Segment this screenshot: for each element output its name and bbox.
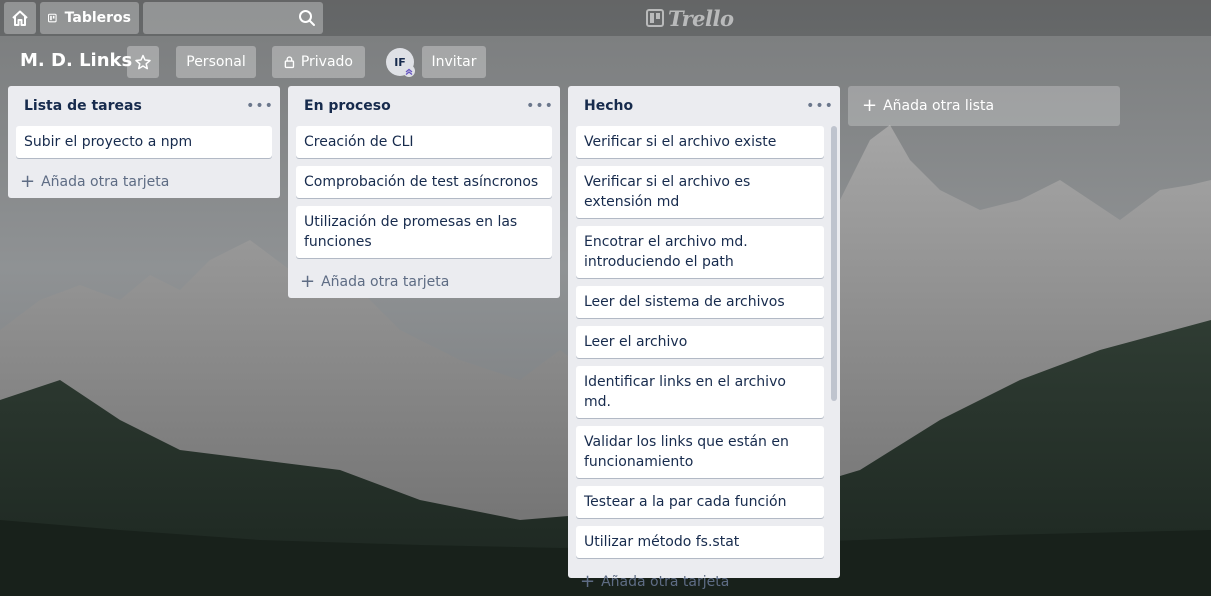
plus-icon: + xyxy=(862,95,878,116)
card-container: Verificar si el archivo existe Verificar… xyxy=(568,126,840,558)
card[interactable]: Testear a la par cada función xyxy=(576,486,824,518)
trello-logo-text: Trello xyxy=(668,5,734,31)
add-list-button[interactable]: + Añada otra lista xyxy=(848,86,1120,126)
card[interactable]: Utilización de promesas en las funciones xyxy=(296,206,552,258)
personal-label: Personal xyxy=(186,54,246,70)
home-icon xyxy=(12,10,28,26)
boards-button[interactable]: Tableros xyxy=(40,2,139,34)
list-title[interactable]: Hecho xyxy=(584,98,808,114)
trello-logo[interactable]: Trello xyxy=(646,5,734,31)
list-title[interactable]: Lista de tareas xyxy=(24,98,248,114)
team-visibility-button[interactable]: Personal xyxy=(176,46,256,78)
top-navigation-bar: Tableros Trello xyxy=(0,0,1211,36)
list-header: Hecho ••• xyxy=(568,86,840,126)
board-title[interactable]: M. D. Links xyxy=(20,50,132,74)
card[interactable]: Comprobación de test asíncronos xyxy=(296,166,552,198)
plus-icon: + xyxy=(300,271,316,292)
list-menu-icon[interactable]: ••• xyxy=(526,94,553,118)
list-hecho[interactable]: Hecho ••• Verificar si el archivo existe… xyxy=(568,86,840,591)
list-title[interactable]: En proceso xyxy=(304,98,528,114)
list-menu-icon[interactable]: ••• xyxy=(246,94,273,118)
card[interactable]: Verificar si el archivo existe xyxy=(576,126,824,158)
list-lista-de-tareas[interactable]: Lista de tareas ••• Subir el proyecto a … xyxy=(8,86,280,198)
card[interactable]: Creación de CLI xyxy=(296,126,552,158)
admin-chevron-icon xyxy=(403,65,415,77)
card[interactable]: Encotrar el archivo md. introduciendo el… xyxy=(576,226,824,278)
lock-icon xyxy=(284,56,295,69)
list-header: Lista de tareas ••• xyxy=(8,86,280,126)
card[interactable]: Leer del sistema de archivos xyxy=(576,286,824,318)
list-en-proceso[interactable]: En proceso ••• Creación de CLI Comprobac… xyxy=(288,86,560,298)
privacy-button[interactable]: Privado xyxy=(272,46,365,78)
card[interactable]: Verificar si el archivo es extensión md xyxy=(576,166,824,218)
card[interactable]: Leer el archivo xyxy=(576,326,824,358)
card-container: Creación de CLI Comprobación de test así… xyxy=(288,126,560,258)
boards-icon xyxy=(48,13,57,23)
invite-label: Invitar xyxy=(431,54,477,70)
add-card-button[interactable]: + Añada otra tarjeta xyxy=(288,266,560,298)
privacy-label: Privado xyxy=(300,54,353,70)
add-card-label: Añada otra tarjeta xyxy=(41,174,170,190)
plus-icon: + xyxy=(20,171,36,192)
card-container: Subir el proyecto a npm xyxy=(8,126,280,158)
list-scrollbar[interactable] xyxy=(831,126,837,401)
home-button[interactable] xyxy=(4,2,36,34)
add-card-label: Añada otra tarjeta xyxy=(601,574,730,590)
add-list-label: Añada otra lista xyxy=(883,98,995,114)
card[interactable]: Utilizar método fs.stat xyxy=(576,526,824,558)
boards-label: Tableros xyxy=(64,10,131,26)
plus-icon: + xyxy=(580,571,596,592)
card[interactable]: Subir el proyecto a npm xyxy=(16,126,272,158)
add-card-label: Añada otra tarjeta xyxy=(321,274,450,290)
card[interactable]: Identificar links en el archivo md. xyxy=(576,366,824,418)
card[interactable]: Validar los links que están en funcionam… xyxy=(576,426,824,478)
add-card-button[interactable]: + Añada otra tarjeta xyxy=(8,166,280,198)
star-board-button[interactable] xyxy=(127,46,159,78)
search-icon[interactable] xyxy=(298,9,316,27)
list-menu-icon[interactable]: ••• xyxy=(806,94,833,118)
list-header: En proceso ••• xyxy=(288,86,560,126)
add-card-button[interactable]: + Añada otra tarjeta xyxy=(568,566,840,596)
star-icon xyxy=(135,54,151,70)
invite-button[interactable]: Invitar xyxy=(422,46,486,78)
trello-logo-icon xyxy=(646,9,664,27)
search-input[interactable] xyxy=(143,2,323,34)
